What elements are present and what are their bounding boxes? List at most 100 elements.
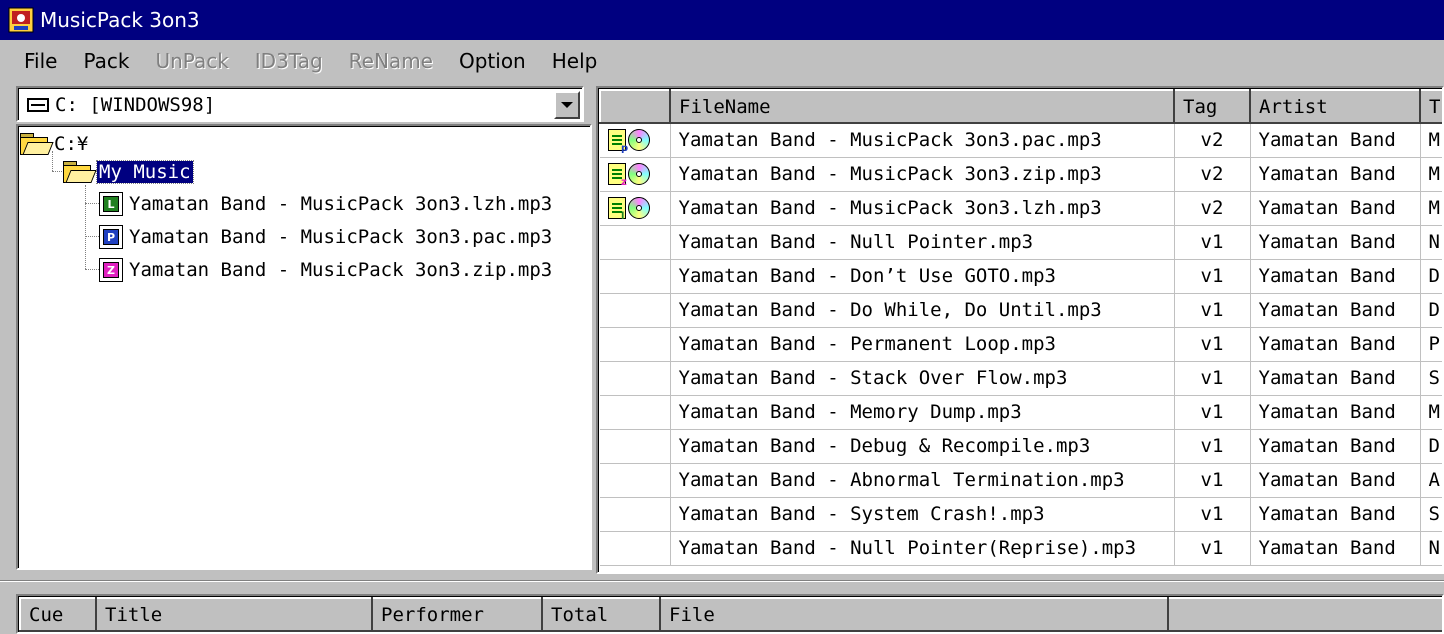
title-cell: M xyxy=(1420,157,1442,192)
filename-cell: Yamatan Band - Stack Over Flow.mp3 xyxy=(670,361,1175,396)
menu-item-file[interactable]: File xyxy=(0,49,70,73)
title-cell: M xyxy=(1420,123,1442,158)
cd-icon: l xyxy=(621,197,650,222)
column-header[interactable]: Total xyxy=(541,597,661,632)
tag-cell: v1 xyxy=(1174,429,1251,464)
window-title: MusicPack 3on3 xyxy=(40,8,200,32)
status-icons-cell: p xyxy=(600,123,671,158)
tree-file-item[interactable]: Z Yamatan Band - MusicPack 3on3.zip.mp3 xyxy=(99,253,552,287)
column-header[interactable]: Artist xyxy=(1249,89,1421,124)
status-icons-cell xyxy=(600,395,671,430)
title-bar[interactable]: MusicPack 3on3 xyxy=(0,0,1444,40)
table-row[interactable]: Yamatan Band - System Crash!.mp3 v1 Yamata… xyxy=(600,497,1442,532)
archive-badge: p xyxy=(621,143,629,155)
table-row[interactable]: Yamatan Band - Permanent Loop.mp3 v1 Yamat… xyxy=(600,327,1442,362)
tag-cell: v2 xyxy=(1174,157,1251,192)
status-icons-cell xyxy=(600,531,671,566)
artist-cell: Yamatan Band xyxy=(1250,191,1421,226)
table-row[interactable]: Yamatan Band - Abnormal Termination.mp3 v… xyxy=(600,463,1442,498)
archive-badge: z xyxy=(621,177,627,188)
artist-cell: Yamatan Band xyxy=(1250,361,1421,396)
tree-file-item[interactable]: L Yamatan Band - MusicPack 3on3.lzh.mp3 xyxy=(99,187,552,221)
artist-cell: Yamatan Band xyxy=(1250,327,1421,362)
title-cell: D xyxy=(1420,429,1442,464)
column-header[interactable]: Performer xyxy=(371,597,543,632)
title-cell: S xyxy=(1420,361,1442,396)
menu-bar: File Pack UnPack ID3Tag ReName Option Help xyxy=(0,44,1444,78)
tree-connector xyxy=(85,185,86,269)
table-row[interactable]: Yamatan Band - Null Pointer.mp3 v1 Yamatan… xyxy=(600,225,1442,260)
column-header[interactable]: T xyxy=(1419,89,1442,124)
column-header[interactable] xyxy=(1167,597,1442,632)
folder-open-icon xyxy=(63,161,97,183)
cue-list[interactable]: Cue Title Performer Total File xyxy=(16,594,1444,634)
tree-file-item[interactable]: P Yamatan Band - MusicPack 3on3.pac.mp3 xyxy=(99,220,552,254)
tree-node-my-music[interactable]: My Music xyxy=(63,155,194,189)
table-row[interactable]: Yamatan Band - Do While, Do Until.mp3 v1 Y… xyxy=(600,293,1442,328)
file-badge: Z xyxy=(103,262,119,278)
file-list[interactable]: FileName Tag Artist T p Yamatan Band - Music… xyxy=(596,86,1444,574)
filename-cell: Yamatan Band - MusicPack 3on3.zip.mp3 xyxy=(670,157,1175,192)
tag-cell: v1 xyxy=(1174,531,1251,566)
column-header[interactable] xyxy=(599,89,671,124)
column-header[interactable]: Tag xyxy=(1173,89,1251,124)
artist-cell: Yamatan Band xyxy=(1250,497,1421,532)
filename-cell: Yamatan Band - Do While, Do Until.mp3 xyxy=(670,293,1175,328)
table-row[interactable]: p Yamatan Band - MusicPack 3on3.pac.mp3 v2… xyxy=(600,123,1442,158)
artist-cell: Yamatan Band xyxy=(1250,225,1421,260)
menu-item-pack[interactable]: Pack xyxy=(70,49,142,73)
table-row[interactable]: Yamatan Band - Null Pointer(Reprise).mp3… xyxy=(600,531,1442,566)
status-icons-cell xyxy=(600,463,671,498)
tree-node-label: My Music xyxy=(96,160,194,184)
filename-cell: Yamatan Band - Null Pointer(Reprise).mp3 xyxy=(670,531,1175,566)
title-cell: N xyxy=(1420,531,1442,566)
menu-item-option[interactable]: Option xyxy=(446,49,539,73)
tag-cell: v2 xyxy=(1174,191,1251,226)
table-row[interactable]: Yamatan Band - Stack Over Flow.mp3 v1 Yama… xyxy=(600,361,1442,396)
tag-cell: v1 xyxy=(1174,293,1251,328)
tag-cell: v1 xyxy=(1174,327,1251,362)
status-icons-cell xyxy=(600,497,671,532)
table-row[interactable]: z Yamatan Band - MusicPack 3on3.zip.mp3 v2… xyxy=(600,157,1442,192)
menu-item-rename[interactable]: ReName xyxy=(336,49,446,73)
tag-cell: v1 xyxy=(1174,225,1251,260)
drive-label: C: [WINDOWS98] xyxy=(55,93,216,116)
status-icons-cell: l xyxy=(600,191,671,226)
artist-cell: Yamatan Band xyxy=(1250,259,1421,294)
menu-item-id3tag[interactable]: ID3Tag xyxy=(242,49,336,73)
tag-cell: v1 xyxy=(1174,259,1251,294)
divider xyxy=(0,580,1444,582)
menu-item-unpack[interactable]: UnPack xyxy=(142,49,241,73)
drive-icon xyxy=(27,97,49,112)
artist-cell: Yamatan Band xyxy=(1250,293,1421,328)
table-row[interactable]: Yamatan Band - Don’t Use GOTO.mp3 v1 Yamat… xyxy=(600,259,1442,294)
filename-cell: Yamatan Band - Abnormal Termination.mp3 xyxy=(670,463,1175,498)
column-header[interactable]: File xyxy=(659,597,1169,632)
drive-select[interactable]: C: [WINDOWS98] xyxy=(16,86,584,122)
table-row[interactable]: Yamatan Band - Memory Dump.mp3 v1 Yamatan … xyxy=(600,395,1442,430)
table-row[interactable]: Yamatan Band - Debug & Recompile.mp3 v1 Ya… xyxy=(600,429,1442,464)
file-badge: L xyxy=(103,196,119,212)
dropdown-arrow-button[interactable] xyxy=(554,91,580,119)
tree-file-label: Yamatan Band - MusicPack 3on3.zip.mp3 xyxy=(129,259,553,281)
tag-cell: v1 xyxy=(1174,395,1251,430)
column-header[interactable]: Title xyxy=(95,597,373,632)
column-header[interactable]: Cue xyxy=(19,597,97,632)
archive-file-icon: P xyxy=(99,225,123,249)
filename-cell: Yamatan Band - Debug & Recompile.mp3 xyxy=(670,429,1175,464)
menu-item-help[interactable]: Help xyxy=(539,49,611,73)
tag-cell: v2 xyxy=(1174,123,1251,158)
artist-cell: Yamatan Band xyxy=(1250,157,1421,192)
title-cell: D xyxy=(1420,259,1442,294)
tree-node-label: C:¥ xyxy=(54,133,89,155)
column-header[interactable]: FileName xyxy=(669,89,1175,124)
status-icons-cell xyxy=(600,259,671,294)
table-row[interactable]: l Yamatan Band - MusicPack 3on3.lzh.mp3 v2… xyxy=(600,191,1442,226)
cd-icon: p xyxy=(621,129,650,154)
folder-tree[interactable]: C:¥ My Music L Yamatan Band - MusicPack 3… xyxy=(16,124,592,570)
status-icons-cell xyxy=(600,361,671,396)
title-cell: N xyxy=(1420,225,1442,260)
status-icons-cell xyxy=(600,429,671,464)
filename-cell: Yamatan Band - Memory Dump.mp3 xyxy=(670,395,1175,430)
artist-cell: Yamatan Band xyxy=(1250,429,1421,464)
